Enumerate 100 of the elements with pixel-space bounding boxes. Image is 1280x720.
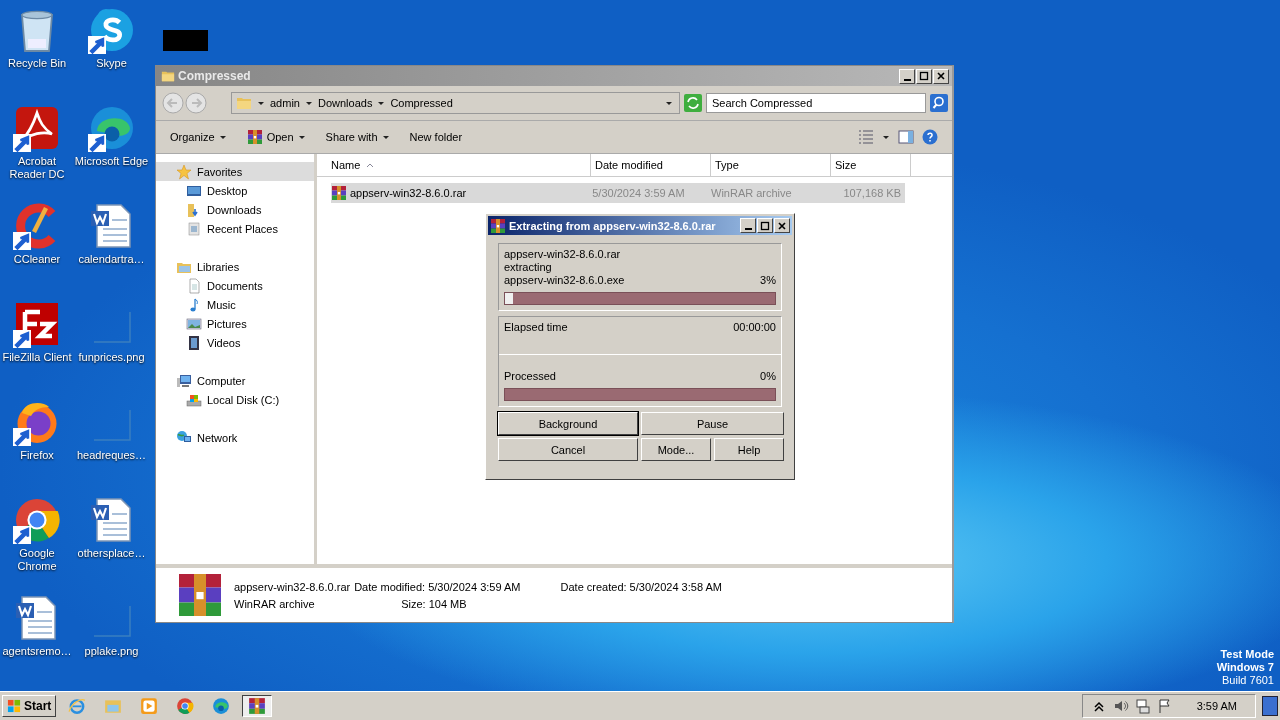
filezilla-icon[interactable]: [13, 300, 61, 348]
detail-field: Date created: 5/30/2024 3:58 AM: [560, 581, 722, 593]
file-name: appserv-win32-8.6.0.exe: [504, 274, 625, 287]
edge-icon[interactable]: [87, 104, 136, 152]
icon-label[interactable]: calendartra…: [78, 253, 145, 266]
film-strip-icon: [186, 334, 202, 351]
maximize-button[interactable]: [916, 68, 932, 84]
preview-pane-icon[interactable]: [898, 129, 914, 145]
icon-label[interactable]: FileZilla Client: [2, 351, 72, 364]
nav-item[interactable]: Libraries: [156, 257, 314, 276]
table-cell: WinRAR archive: [711, 187, 792, 199]
breadcrumb-item[interactable]: Compressed: [390, 97, 453, 109]
nav-item[interactable]: Documents: [156, 276, 314, 295]
search-field[interactable]: Search Compressed: [706, 93, 926, 113]
nav-item[interactable]: Desktop: [156, 181, 314, 200]
skype-icon[interactable]: [87, 6, 136, 54]
chrome-icon[interactable]: [13, 496, 61, 544]
clock[interactable]: 3:59 AM: [1196, 700, 1237, 712]
breadcrumb-item[interactable]: Downloads: [317, 97, 373, 109]
icon-label[interactable]: headreques…: [76, 449, 147, 462]
minimize-icon: [903, 78, 911, 81]
winrar-icon: [331, 185, 347, 201]
elapsed-time: 00:00:00: [733, 321, 776, 334]
dialog-button[interactable]: Pause: [641, 412, 784, 435]
winrar-icon: [176, 571, 224, 619]
file-name: appserv-win32-8.6.0.rar: [234, 580, 351, 593]
close-icon: [776, 219, 788, 232]
network-status-icon[interactable]: [1134, 698, 1151, 714]
nav-item[interactable]: Network: [156, 428, 314, 447]
speaker-icon[interactable]: [1112, 698, 1129, 714]
icon-label[interactable]: funprices.png: [78, 351, 145, 364]
internet-explorer-icon: [68, 697, 87, 715]
nav-item[interactable]: Local Disk (C:): [156, 390, 314, 409]
address-bar[interactable]: admin Downloads Compressed: [231, 92, 680, 114]
help-icon[interactable]: [922, 129, 938, 145]
icon-redaction: [163, 30, 208, 51]
nav-item[interactable]: Recent Places: [156, 219, 314, 238]
toolbar-button[interactable]: Share with: [319, 129, 396, 145]
icon-label[interactable]: othersplace…: [77, 547, 146, 560]
dialog-button[interactable]: Cancel: [498, 438, 638, 461]
recent-places-icon: [186, 220, 202, 237]
taskbar-button[interactable]: [242, 695, 273, 717]
dropdown-caret-icon: [297, 133, 306, 141]
maximize-button[interactable]: [757, 218, 773, 233]
watermark-text: Test Mode: [1220, 648, 1274, 661]
show-desktop-button[interactable]: [1262, 696, 1278, 716]
column-header[interactable]: Date modified: [591, 154, 711, 176]
flag-icon[interactable]: [1156, 698, 1173, 714]
close-button[interactable]: [933, 68, 949, 84]
dialog-button[interactable]: Mode...: [641, 438, 711, 461]
minimize-icon: [744, 228, 752, 230]
column-header[interactable]: Type: [711, 154, 831, 176]
dropdown-caret-icon: [882, 133, 890, 141]
minimize-button[interactable]: [740, 218, 756, 233]
file-row[interactable]: appserv-win32-8.6.0.rar 5/30/2024 3:59 AM WinRAR archive 107,168 KB: [331, 183, 905, 203]
archive-name: appserv-win32-8.6.0.rar: [504, 248, 622, 261]
dropdown-caret-icon: [381, 133, 390, 141]
toolbar-button[interactable]: Organize: [164, 129, 233, 145]
folder-icon: [236, 95, 252, 111]
acrobat-icon[interactable]: [13, 104, 61, 152]
toolbar-button[interactable]: New folder: [403, 129, 469, 145]
column-header[interactable]: Size: [831, 154, 911, 176]
nav-item[interactable]: Music: [156, 295, 314, 314]
close-button[interactable]: [774, 218, 790, 233]
icon-label[interactable]: Acrobat Reader DC: [0, 155, 74, 181]
dialog-button[interactable]: Help: [714, 438, 784, 461]
icon-label[interactable]: Skype: [96, 57, 127, 70]
close-icon: [935, 70, 947, 82]
icon-label[interactable]: Recycle Bin: [7, 57, 67, 70]
winrar-icon: [246, 129, 263, 145]
icon-label[interactable]: pplake.png: [84, 645, 139, 658]
icon-label[interactable]: Microsoft Edge: [74, 155, 149, 168]
nav-item[interactable]: Favorites: [156, 162, 314, 181]
folder-icon: [161, 69, 175, 83]
detail-field: Size: 104 MB: [401, 597, 467, 610]
start-button[interactable]: Start: [2, 695, 57, 717]
column-header[interactable]: Name: [317, 154, 591, 176]
windows-logo-icon: [7, 699, 21, 713]
nav-item[interactable]: Videos: [156, 333, 314, 352]
refresh-button[interactable]: [684, 94, 702, 112]
icon-label[interactable]: Firefox: [20, 449, 54, 462]
field-label: Elapsed time: [504, 321, 568, 334]
table-cell: appserv-win32-8.6.0.rar: [350, 187, 467, 199]
icon-label[interactable]: agentsremo…: [2, 645, 72, 658]
watermark-text: Build 7601: [1222, 674, 1274, 687]
icon-label[interactable]: Google Chrome: [0, 547, 74, 573]
dialog-button[interactable]: Background: [498, 412, 638, 435]
window-title: Extracting from appserv-win32-8.6.0.rar: [509, 219, 717, 232]
nav-item[interactable]: Downloads: [156, 200, 314, 219]
nav-item[interactable]: Pictures: [156, 314, 314, 333]
search-button[interactable]: [930, 94, 948, 112]
icon-label[interactable]: CCleaner: [13, 253, 61, 266]
nav-item[interactable]: Computer: [156, 371, 314, 390]
breadcrumb-item[interactable]: admin: [270, 97, 300, 109]
star-icon: [176, 163, 192, 180]
file-type: WinRAR archive: [234, 597, 316, 610]
toolbar-button[interactable]: Open: [240, 127, 312, 147]
document-icon: [186, 277, 202, 294]
minimize-button[interactable]: [899, 68, 915, 84]
computer-icon: [176, 372, 192, 389]
